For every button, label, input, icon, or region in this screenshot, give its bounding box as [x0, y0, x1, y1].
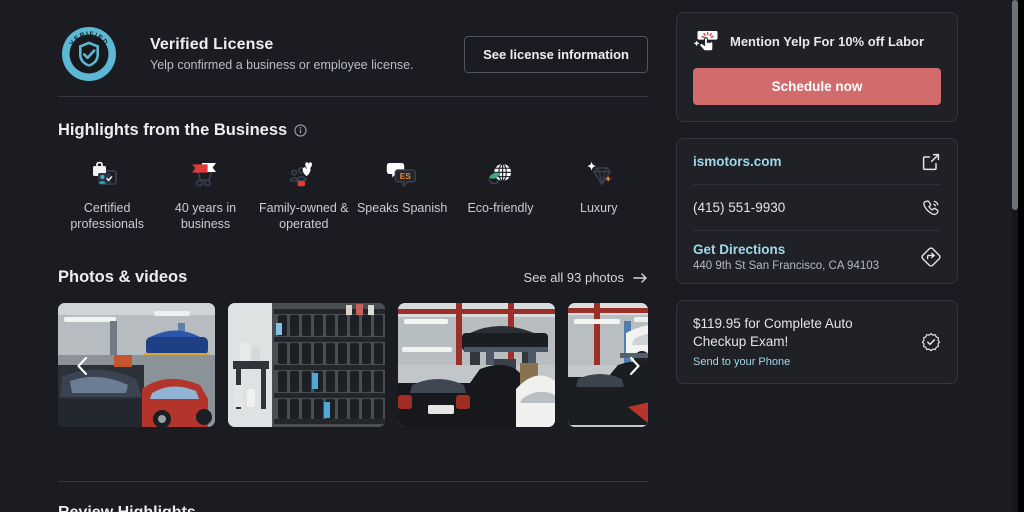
get-directions-link: Get Directions — [693, 242, 786, 257]
verified-license-text: Verified License Yelp confirmed a busine… — [150, 36, 464, 72]
briefcase-badge-icon — [93, 161, 118, 185]
tap-offer-icon — [694, 31, 718, 52]
highlight-item-certified-professionals[interactable]: Certified professionals — [58, 160, 156, 232]
scrollbar-track[interactable] — [1012, 0, 1018, 512]
highlight-label: Luxury — [580, 201, 618, 215]
highlights-header: Highlights from the Business — [58, 121, 648, 140]
main-column: VERIFIED LICENSE Verified License Yelp c… — [58, 0, 648, 427]
offer-seal-icon — [921, 332, 941, 351]
next-section-title: Review Highlights — [58, 505, 358, 512]
photos-header: Photos & videos See all 93 photos — [58, 268, 648, 287]
promo-text: Mention Yelp For 10% off Labor — [730, 33, 925, 49]
next-section-cutoff: Review Highlights — [58, 505, 358, 512]
highlights-list: Certified professionals 40 years in busi… — [58, 160, 648, 232]
see-all-photos-label: See all 93 photos — [523, 270, 624, 285]
speech-bubble-es-icon: ES — [386, 163, 417, 188]
svg-text:ES: ES — [400, 171, 412, 181]
photos-section: Photos & videos See all 93 photos — [58, 232, 648, 427]
highlight-item-40-years-in-business[interactable]: 40 years in business — [156, 160, 254, 232]
hearts-family-icon — [289, 162, 312, 187]
photos-title: Photos & videos — [58, 268, 188, 286]
scrollbar-thumb[interactable] — [1012, 0, 1018, 210]
phone-icon — [923, 199, 939, 215]
directions-text-group: Get Directions 440 9th St San Francisco,… — [693, 242, 879, 272]
highlight-item-luxury[interactable]: Luxury — [550, 160, 648, 232]
highlights-title: Highlights from the Business — [58, 121, 288, 139]
verified-license-subtitle: Yelp confirmed a business or employee li… — [150, 58, 414, 72]
promo-row: Mention Yelp For 10% off Labor — [693, 30, 941, 52]
section-divider-bottom — [58, 481, 648, 482]
gallery-photo-3[interactable] — [398, 303, 555, 427]
diamond-sparkle-icon — [586, 161, 612, 186]
gallery-photo-2[interactable] — [228, 303, 385, 427]
website-row[interactable]: ismotors.com — [677, 139, 957, 184]
offer-text-group: $119.95 for Complete Auto Checkup Exam! … — [693, 315, 908, 368]
external-link-icon — [922, 153, 940, 170]
business-address: 440 9th St San Francisco, CA 94103 — [693, 260, 880, 272]
contact-card: ismotors.com (415) 551-9930 Get Directio… — [676, 138, 958, 284]
highlight-label: Eco-friendly — [467, 201, 534, 215]
website-link: ismotors.com — [693, 154, 782, 169]
offer-card[interactable]: $119.95 for Complete Auto Checkup Exam! … — [676, 300, 958, 384]
highlights-section: Highlights from the Business Certified p… — [58, 97, 648, 232]
directions-row[interactable]: Get Directions 440 9th St San Francisco,… — [677, 231, 957, 283]
see-license-information-button[interactable]: See license information — [464, 35, 648, 73]
arrow-right-icon — [633, 272, 647, 283]
highlight-item-eco-friendly[interactable]: Eco-friendly — [451, 160, 549, 232]
offer-title: $119.95 for Complete Auto Checkup Exam! — [693, 316, 853, 349]
flag-cart-icon — [192, 163, 217, 187]
verified-license-section: VERIFIED LICENSE Verified License Yelp c… — [58, 0, 648, 96]
see-all-photos-link[interactable]: See all 93 photos — [524, 270, 648, 285]
sidebar-column: Mention Yelp For 10% off Labor Schedule … — [676, 12, 958, 400]
info-icon[interactable] — [294, 124, 307, 137]
verified-license-title: Verified License — [150, 36, 274, 53]
photo-gallery — [58, 303, 648, 427]
phone-row[interactable]: (415) 551-9930 — [677, 185, 957, 230]
highlight-label: Certified professionals — [70, 201, 144, 231]
highlight-label: Family-owned & operated — [259, 201, 349, 231]
highlight-item-family-owned[interactable]: Family-owned & operated — [255, 160, 353, 232]
business-page: VERIFIED LICENSE Verified License Yelp c… — [0, 0, 1018, 512]
promo-card: Mention Yelp For 10% off Labor Schedule … — [676, 12, 958, 122]
gallery-prev-button[interactable] — [72, 355, 94, 377]
leaf-globe-icon — [489, 163, 512, 185]
highlight-label: 40 years in business — [174, 201, 237, 231]
schedule-now-button[interactable]: Schedule now — [693, 68, 941, 105]
send-to-phone-link[interactable]: Send to your Phone — [693, 356, 908, 368]
phone-number: (415) 551-9930 — [693, 200, 786, 215]
highlight-label: Speaks Spanish — [356, 201, 448, 215]
verified-license-badge-icon: VERIFIED LICENSE — [60, 25, 118, 83]
highlight-item-speaks-spanish[interactable]: ES Speaks Spanish — [353, 160, 451, 232]
directions-icon — [921, 247, 941, 267]
gallery-next-button[interactable] — [623, 355, 645, 377]
